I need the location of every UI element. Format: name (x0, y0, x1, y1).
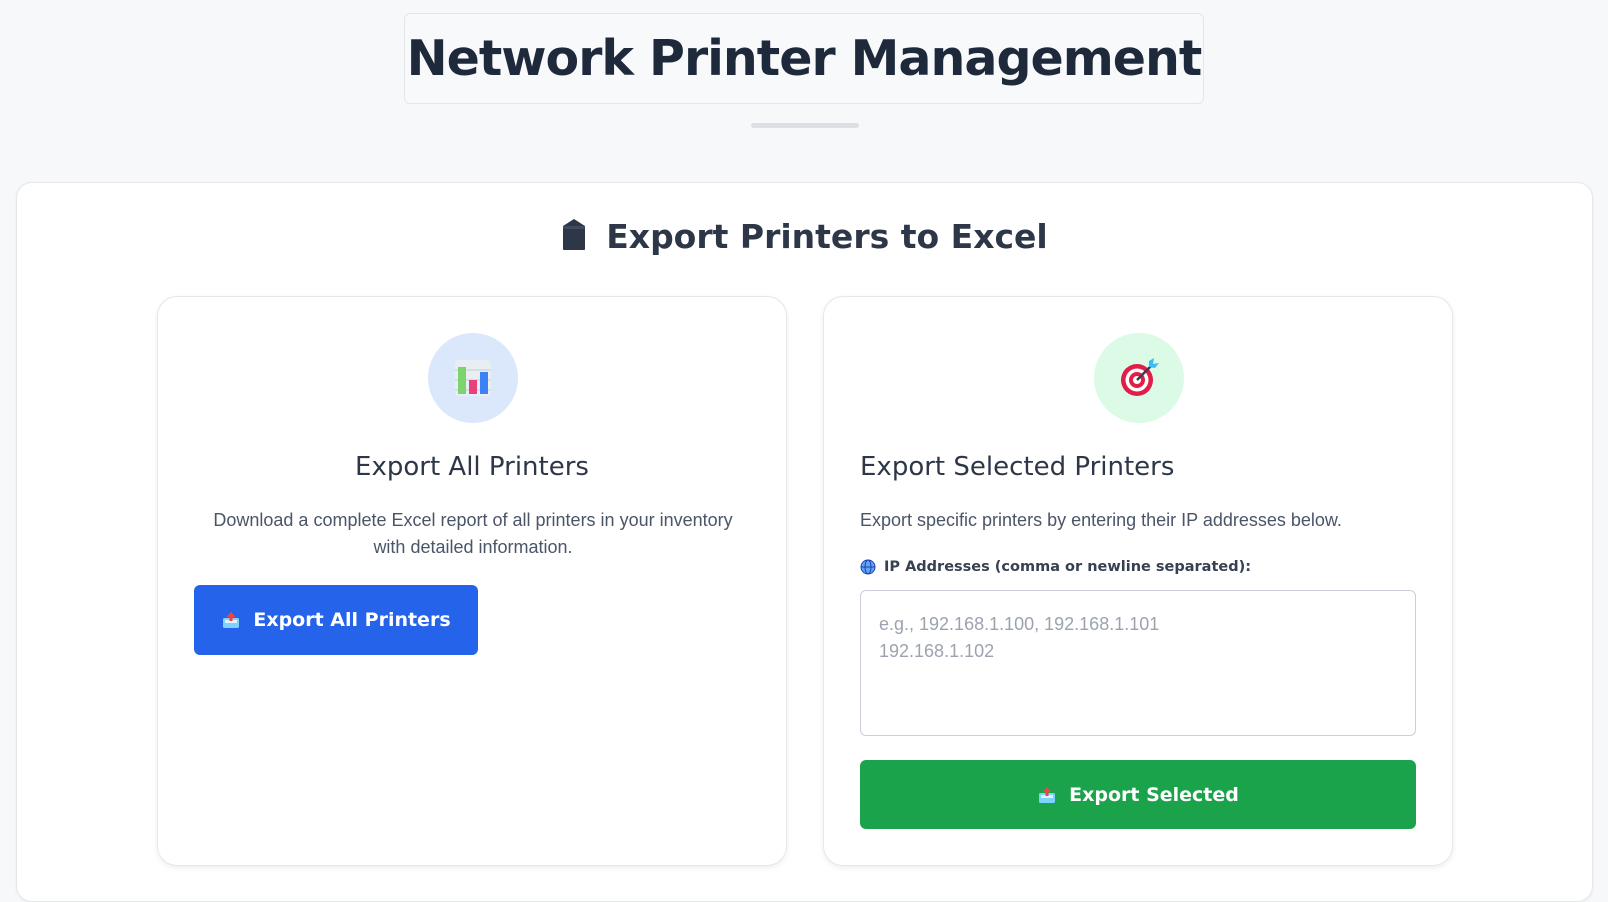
target-icon (1094, 333, 1184, 423)
ip-addresses-input[interactable] (860, 590, 1416, 736)
title-underline-divider (751, 123, 859, 128)
page-title: Network Printer Management (406, 30, 1203, 87)
export-selected-button-label: Export Selected (1069, 783, 1239, 806)
outbox-tray-icon (221, 610, 241, 630)
export-selected-button[interactable]: Export Selected (860, 760, 1416, 829)
ip-addresses-label: IP Addresses (comma or newline separated… (860, 559, 1251, 575)
outbox-tray-icon (1037, 785, 1057, 805)
export-selected-title: Export Selected Printers (860, 452, 1175, 482)
bar-chart-icon (428, 333, 518, 423)
export-all-card: Export All Printers Download a complete … (157, 296, 787, 866)
page-title-box: Network Printer Management (404, 13, 1204, 104)
export-selected-description: Export specific printers by entering the… (860, 510, 1342, 530)
export-section-heading: Export Printers to Excel (0, 217, 1608, 259)
export-section-title: Export Printers to Excel (606, 217, 1048, 256)
export-all-description: Download a complete Excel report of all … (213, 510, 733, 557)
globe-icon (860, 559, 876, 575)
export-selected-card: Export Selected Printers Export specific… (823, 296, 1453, 866)
package-icon (560, 217, 588, 259)
export-all-title: Export All Printers (355, 452, 589, 482)
export-all-button[interactable]: Export All Printers (194, 585, 478, 655)
ip-addresses-label-text: IP Addresses (comma or newline separated… (884, 559, 1252, 575)
export-all-button-label: Export All Printers (253, 609, 451, 631)
